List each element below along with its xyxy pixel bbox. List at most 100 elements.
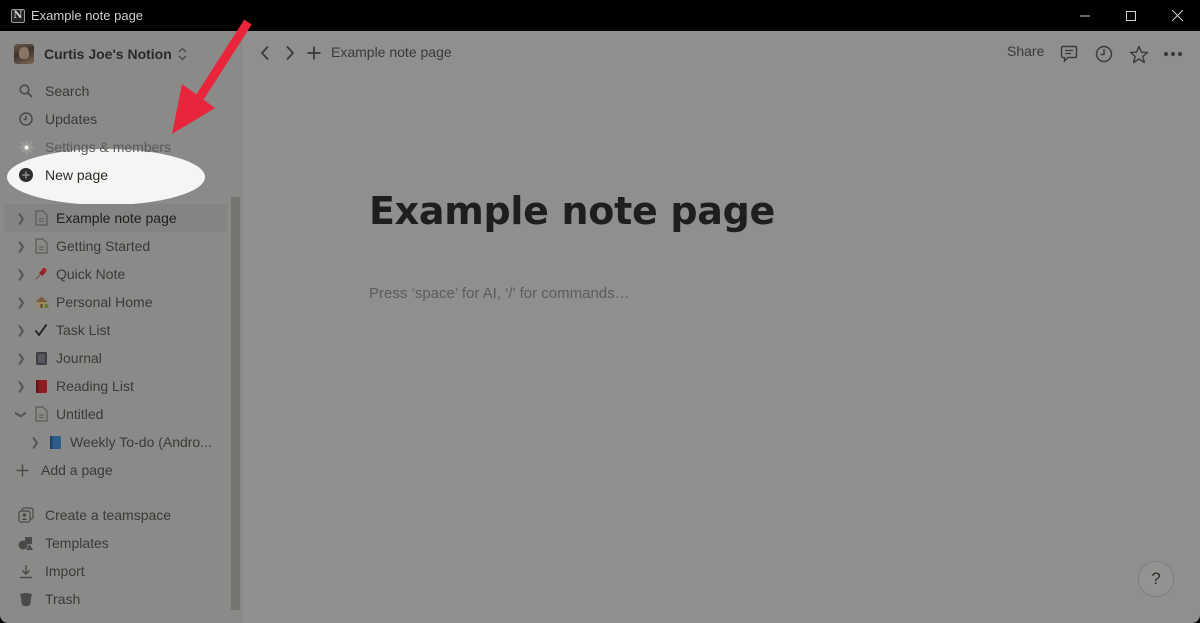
chevron-right-icon[interactable]: ❯	[13, 352, 29, 365]
comment-icon	[1060, 45, 1078, 63]
page-item-label: Personal Home	[56, 294, 153, 310]
chevron-right-icon[interactable]: ❯	[27, 436, 43, 449]
sidebar-item-label: Settings & members	[45, 139, 172, 155]
sidebar-item-label: Create a teamspace	[45, 507, 172, 523]
pushpin-icon	[32, 265, 50, 283]
back-button[interactable]	[255, 43, 275, 63]
sidebar-item-label: Updates	[45, 111, 98, 127]
notebook-icon	[32, 349, 50, 367]
avatar	[14, 44, 34, 64]
favorite-button[interactable]	[1128, 43, 1150, 65]
page-item-label: Untitled	[56, 406, 104, 422]
chevron-down-icon[interactable]: ❯	[15, 406, 28, 422]
chevron-right-icon	[286, 45, 295, 61]
sidebar-item-label: Import	[45, 563, 85, 579]
topbar: Example note page Share	[242, 31, 1200, 75]
clock-icon	[18, 111, 34, 127]
workspace-name: Curtis Joe's Notion	[44, 46, 172, 62]
sidebar-item-label: Templates	[45, 535, 109, 551]
minimize-button[interactable]	[1062, 0, 1108, 31]
updates-button[interactable]	[1093, 43, 1115, 65]
page-item-journal[interactable]: ❯ Journal	[4, 344, 227, 372]
import-icon	[18, 563, 34, 579]
minimize-icon	[1080, 15, 1090, 16]
page-item-label: Example note page	[56, 210, 177, 226]
page-item-reading-list[interactable]: ❯ Reading List	[4, 372, 227, 400]
chevron-right-icon[interactable]: ❯	[13, 380, 29, 393]
share-button[interactable]: Share	[1007, 43, 1044, 59]
chevron-right-icon[interactable]: ❯	[13, 240, 29, 253]
page-item-label: Weekly To-do (Andro...	[70, 434, 212, 450]
help-label: ?	[1151, 569, 1161, 588]
document-icon	[32, 237, 50, 255]
templates-icon	[18, 535, 34, 551]
new-tab-button[interactable]	[304, 43, 324, 63]
teamspace-icon	[18, 507, 34, 523]
checkmark-icon	[32, 321, 50, 339]
sidebar-item-settings-members[interactable]: Settings & members	[0, 133, 230, 161]
main-content: Example note page Share Example note pag…	[241, 31, 1200, 623]
chevron-right-icon[interactable]: ❯	[13, 268, 29, 281]
page-item-label: Getting Started	[56, 238, 151, 254]
plus-icon	[307, 46, 321, 60]
page-item-task-list[interactable]: ❯ Task List	[4, 316, 227, 344]
comments-button[interactable]	[1058, 43, 1080, 65]
sidebar-item-import[interactable]: Import	[0, 557, 230, 585]
trash-icon	[18, 591, 34, 607]
more-horizontal-icon	[1163, 51, 1183, 57]
sidebar-item-create-teamspace[interactable]: Create a teamspace	[0, 501, 230, 529]
notion-logo-icon: N	[11, 8, 25, 23]
chevron-right-icon[interactable]: ❯	[13, 324, 29, 337]
sidebar-item-label: Search	[45, 83, 90, 99]
chevron-updown-icon	[178, 47, 187, 61]
sidebar-item-label: New page	[45, 167, 109, 183]
window-title: Example note page	[31, 8, 144, 23]
sidebar-item-templates[interactable]: Templates	[0, 529, 230, 557]
chevron-right-icon[interactable]: ❯	[13, 296, 29, 309]
clock-icon	[1095, 45, 1113, 63]
close-icon	[1171, 10, 1183, 21]
page-item-weekly-todo[interactable]: ❯ Weekly To-do (Andro...	[4, 428, 227, 456]
page-item-label: Quick Note	[56, 266, 126, 282]
plus-circle-icon	[18, 167, 34, 183]
house-icon	[32, 293, 50, 311]
sidebar-item-search[interactable]: Search	[0, 77, 230, 105]
page-item-label: Journal	[56, 350, 102, 366]
sidebar-item-new-page[interactable]: New page	[0, 161, 230, 189]
close-button[interactable]	[1154, 0, 1200, 31]
more-options-button[interactable]	[1162, 43, 1184, 65]
maximize-icon	[1126, 10, 1136, 21]
page-item-example-note-page[interactable]: ❯ Example note page	[4, 204, 227, 232]
document-icon	[32, 405, 50, 423]
sidebar: Curtis Joe's Notion Search Updates Setti…	[0, 31, 241, 623]
forward-button[interactable]	[280, 43, 300, 63]
help-button[interactable]: ?	[1138, 561, 1174, 597]
sidebar-scrollbar[interactable]	[231, 197, 240, 610]
chevron-left-icon	[260, 45, 269, 61]
maximize-button[interactable]	[1108, 0, 1154, 31]
page-item-untitled[interactable]: ❯ Untitled	[4, 400, 227, 428]
page-item-getting-started[interactable]: ❯ Getting Started	[4, 232, 227, 260]
window-titlebar: N Example note page	[0, 0, 1200, 31]
plus-icon	[14, 462, 30, 478]
window-controls	[1062, 0, 1200, 31]
star-icon	[1129, 45, 1149, 63]
breadcrumb[interactable]: Example note page	[331, 44, 452, 60]
page-item-label: Reading List	[56, 378, 134, 394]
gear-icon	[18, 139, 34, 155]
sidebar-item-updates[interactable]: Updates	[0, 105, 230, 133]
chevron-right-icon[interactable]: ❯	[13, 212, 29, 225]
sidebar-item-label: Trash	[45, 591, 81, 607]
blue-book-icon	[46, 433, 64, 451]
search-icon	[18, 83, 34, 99]
add-page-label: Add a page	[41, 462, 113, 478]
page-title[interactable]: Example note page	[369, 189, 775, 233]
page-body-placeholder[interactable]: Press ‘space’ for AI, ‘/’ for commands…	[369, 285, 630, 302]
page-item-quick-note[interactable]: ❯ Quick Note	[4, 260, 227, 288]
page-item-personal-home[interactable]: ❯ Personal Home	[4, 288, 227, 316]
page-item-label: Task List	[56, 322, 111, 338]
add-page-button[interactable]: Add a page	[0, 456, 230, 484]
document-icon	[32, 209, 50, 227]
sidebar-item-trash[interactable]: Trash	[0, 585, 230, 613]
workspace-switcher[interactable]: Curtis Joe's Notion	[14, 43, 187, 65]
